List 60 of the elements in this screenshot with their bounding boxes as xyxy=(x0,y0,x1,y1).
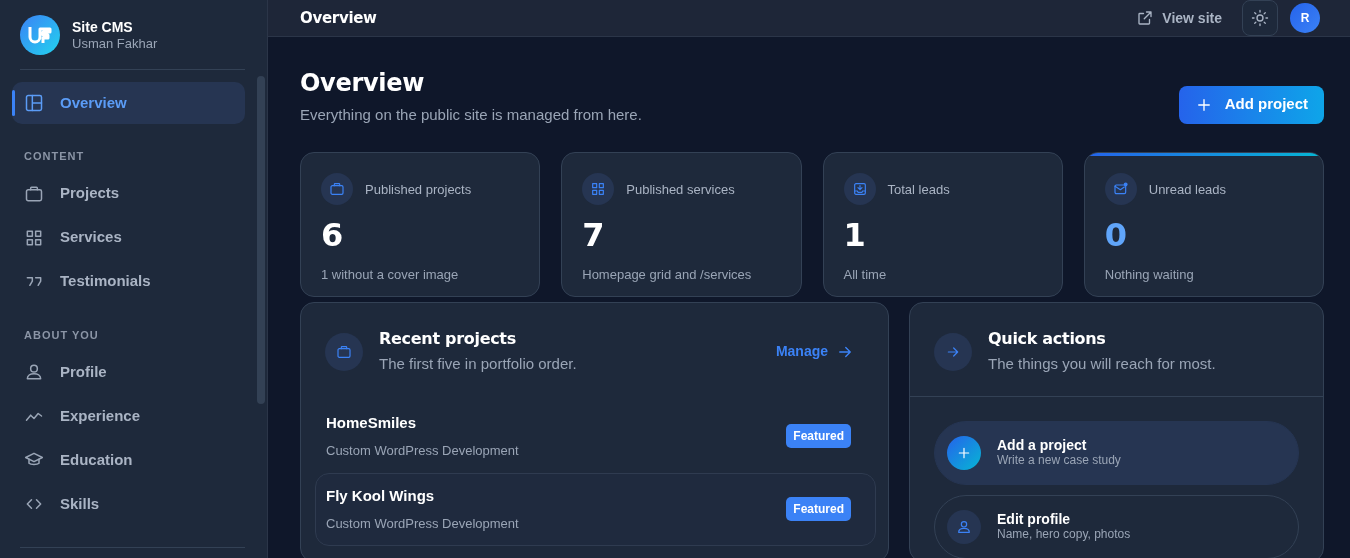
stat-note: All time xyxy=(843,266,888,285)
project-category: Custom WordPress Development xyxy=(326,441,519,460)
action-subtitle: Name, hero copy, photos xyxy=(997,527,1131,543)
quick-action[interactable]: Add a project Write a new case study xyxy=(934,420,1299,485)
scrollbar[interactable] xyxy=(257,76,265,404)
project-name: Fly Kool Wings xyxy=(326,486,436,507)
sun-icon xyxy=(1251,9,1269,27)
add-project-button[interactable]: Add project xyxy=(1178,85,1324,124)
subheading: Everything on the public site is managed from here. xyxy=(300,104,642,125)
stat-note: Homepage grid and /services xyxy=(582,266,753,285)
grid-icon xyxy=(590,181,607,198)
nav-item[interactable]: Education xyxy=(12,439,245,481)
action-title: Edit profile xyxy=(997,510,1072,528)
action-title: Add a project xyxy=(997,436,1088,454)
section-heading: CONTENT xyxy=(23,149,86,164)
stat-note: Nothing waiting xyxy=(1104,266,1195,285)
page-title: Overview xyxy=(300,7,378,29)
brand-title: Site CMS xyxy=(72,18,134,36)
stat-value: 7 xyxy=(582,219,606,252)
manage-link[interactable]: Manage xyxy=(775,341,854,363)
featured-tag: Featured xyxy=(786,424,851,449)
brand-subtitle: Usman Fakhar xyxy=(72,35,158,52)
avatar[interactable]: R xyxy=(1290,3,1320,33)
stat-label: Total leads xyxy=(887,180,950,199)
nav-item[interactable]: Overview xyxy=(12,82,245,124)
panel-title: Recent projects xyxy=(379,328,517,351)
theme-toggle-button[interactable] xyxy=(1242,0,1278,36)
briefcase-icon xyxy=(336,343,352,360)
project-row[interactable]: Fly Kool Wings Custom WordPress Development Featured xyxy=(315,472,876,546)
stat-note: 1 without a cover image xyxy=(321,266,460,285)
user-icon xyxy=(956,518,972,535)
logo-icon xyxy=(20,15,60,55)
stat-value: 6 xyxy=(321,219,344,252)
nav-item[interactable]: Skills xyxy=(12,483,245,525)
stat-label: Published projects xyxy=(365,180,472,199)
nav-item[interactable]: Profile xyxy=(12,351,245,393)
layout-icon xyxy=(24,93,44,113)
inbox-download-icon xyxy=(851,181,868,198)
section-heading: ABOUT YOU xyxy=(23,327,100,343)
project-name: HomeSmiles xyxy=(326,413,418,434)
external-link-icon xyxy=(1136,9,1155,27)
panel-subtitle: The first five in portfolio order. xyxy=(379,354,578,375)
panel-subtitle: The things you will reach for most. xyxy=(988,354,1216,375)
heading: Overview xyxy=(300,69,426,98)
nav-item[interactable]: Projects xyxy=(12,172,245,215)
stat-label: Unread leads xyxy=(1148,180,1227,199)
stat-value: 1 xyxy=(843,219,867,252)
briefcase-icon xyxy=(329,181,345,198)
project-category: Custom WordPress Development xyxy=(326,514,519,533)
nav-item[interactable]: Experience xyxy=(12,395,245,437)
action-subtitle: Write a new case study xyxy=(997,453,1121,469)
user-icon xyxy=(24,362,44,382)
view-site-link[interactable]: View site xyxy=(1136,7,1222,29)
featured-tag: Featured xyxy=(786,497,851,522)
panel-title: Quick actions xyxy=(988,328,1107,351)
nav-item[interactable]: Testimonials xyxy=(12,260,245,303)
stat-label: Published services xyxy=(626,180,735,199)
project-row[interactable]: HomeSmiles Custom WordPress Development Featured xyxy=(315,399,876,473)
stat-value: 0 xyxy=(1104,219,1128,252)
nav-item[interactable]: Services xyxy=(12,216,245,259)
